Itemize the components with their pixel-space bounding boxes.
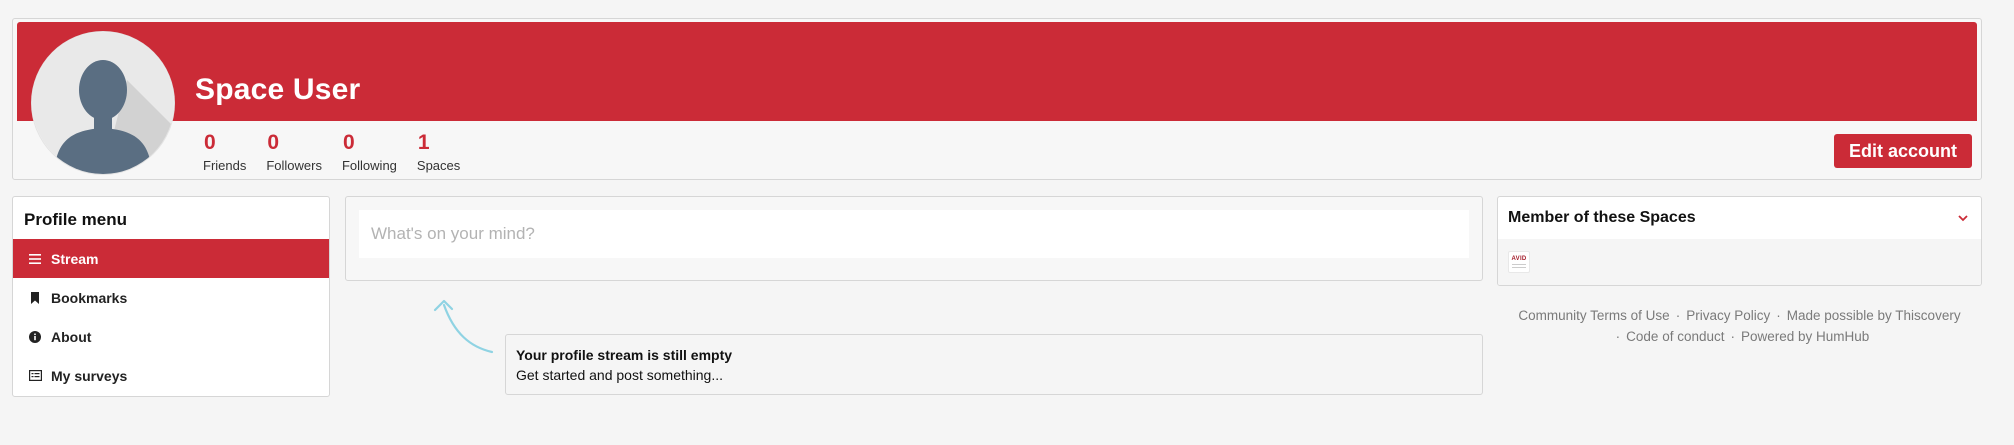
stat-following[interactable]: 0 Following [342, 131, 397, 173]
profile-header: Space User 0 Friends 0 Followers 0 Follo… [12, 18, 1982, 180]
profile-menu: Profile menu Stream Bookmarks About My s… [12, 196, 330, 397]
separator: · [1675, 308, 1681, 323]
footer-links: Community Terms of Use · Privacy Policy · Ma… [1497, 305, 1982, 347]
list-icon [28, 252, 42, 266]
post-input[interactable] [359, 210, 1469, 258]
stat-value: 0 [342, 131, 355, 154]
separator: · [1730, 329, 1736, 344]
member-spaces-list: AVID [1498, 239, 1981, 285]
menu-item-label: About [51, 328, 92, 345]
menu-item-my-surveys[interactable]: My surveys [13, 356, 329, 395]
bookmark-icon [28, 291, 42, 305]
stat-value: 0 [267, 131, 280, 154]
space-logo-text: AVID [1511, 256, 1527, 262]
info-icon [28, 330, 42, 344]
separator: · [1615, 329, 1621, 344]
survey-icon [28, 369, 42, 383]
post-composer [345, 196, 1483, 281]
space-logo[interactable]: AVID [1508, 251, 1530, 273]
curved-arrow-icon [433, 299, 494, 354]
footer-link-terms[interactable]: Community Terms of Use [1518, 308, 1669, 323]
profile-name: Space User [195, 73, 361, 106]
footer-link-code-of-conduct[interactable]: Code of conduct [1626, 329, 1724, 344]
footer-link-made-possible[interactable]: Made possible by Thiscovery [1787, 308, 1961, 323]
member-spaces-header[interactable]: Member of these Spaces [1498, 197, 1981, 239]
edit-account-button[interactable]: Edit account [1834, 134, 1972, 168]
empty-stream-subtitle: Get started and post something... [516, 367, 724, 383]
member-spaces-panel: Member of these Spaces AVID [1497, 196, 1982, 286]
stat-value: 1 [417, 131, 430, 154]
chevron-down-icon[interactable] [1958, 209, 1968, 227]
stat-value: 0 [204, 131, 216, 154]
avatar[interactable] [32, 32, 174, 174]
user-silhouette-icon [32, 32, 174, 174]
menu-item-about[interactable]: About [13, 317, 329, 356]
empty-stream-notice: Your profile stream is still empty Get s… [505, 334, 1483, 395]
stat-label: Spaces [416, 158, 461, 173]
stat-followers[interactable]: 0 Followers [266, 131, 322, 173]
profile-stats: 0 Friends 0 Followers 0 Following 1 Spac… [203, 131, 480, 173]
menu-item-label: Stream [51, 250, 99, 267]
menu-item-label: My surveys [51, 367, 128, 384]
stat-label: Friends [203, 158, 247, 173]
empty-stream-title: Your profile stream is still empty [516, 347, 733, 363]
separator: · [1776, 308, 1781, 323]
stat-label: Followers [266, 158, 322, 173]
member-spaces-title: Member of these Spaces [1508, 209, 1696, 226]
stat-friends[interactable]: 0 Friends [203, 131, 246, 173]
profile-menu-title: Profile menu [24, 210, 127, 229]
footer-link-privacy[interactable]: Privacy Policy [1686, 308, 1770, 323]
menu-item-bookmarks[interactable]: Bookmarks [13, 278, 329, 317]
footer-link-powered-by[interactable]: Powered by HumHub [1741, 329, 1869, 344]
stat-label: Following [341, 158, 397, 173]
stat-spaces[interactable]: 1 Spaces [417, 131, 460, 173]
menu-item-label: Bookmarks [51, 289, 128, 306]
menu-item-stream[interactable]: Stream [13, 239, 329, 278]
